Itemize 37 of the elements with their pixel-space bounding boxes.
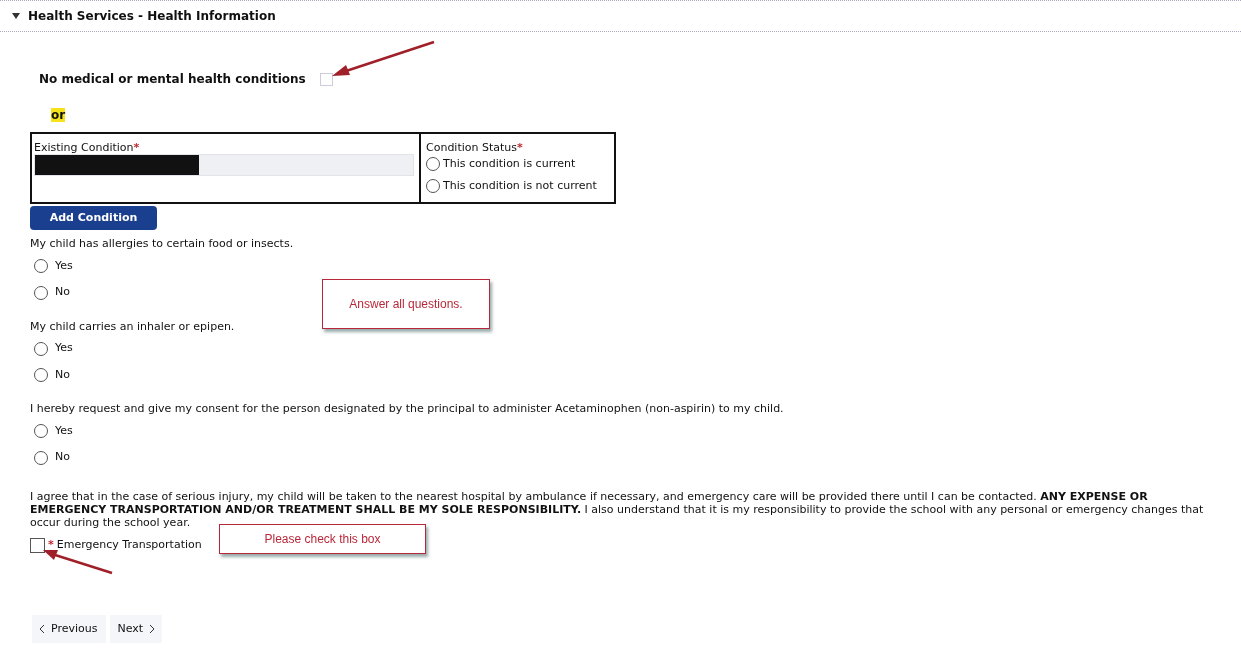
checkbox-label: Emergency Transportation: [56, 536, 202, 553]
radio-label: No: [55, 284, 70, 301]
callout-box: Please check this box: [219, 524, 426, 554]
radio-label: Yes: [55, 422, 73, 439]
question-text: I hereby request and give my consent for the person designated by the principal to administer Acetaminophen (non-aspirin) to my child.: [30, 401, 785, 418]
question-text: My child carries an inhaler or epipen.: [30, 318, 236, 335]
or-label: or: [51, 108, 66, 122]
radio-button[interactable]: [34, 341, 48, 356]
radio-button[interactable]: [34, 424, 48, 438]
condition-field[interactable]: [34, 154, 414, 176]
required-mark: *: [48, 536, 54, 553]
previous-button[interactable]: Previous: [32, 615, 106, 644]
field-label: Condition Status*: [426, 142, 524, 154]
chevron-right-icon: [149, 625, 155, 634]
field-label: Existing Condition*: [34, 142, 141, 154]
radio-button[interactable]: [34, 368, 48, 382]
radio-label: Yes: [55, 340, 73, 357]
checkbox-label: No medical or mental health conditions: [39, 71, 306, 88]
radio-label: No: [55, 366, 70, 383]
chevron-left-icon: [40, 625, 45, 634]
radio-button[interactable]: [426, 178, 440, 193]
radio-button[interactable]: [34, 285, 48, 300]
radio-button[interactable]: [34, 259, 48, 273]
checkbox[interactable]: [30, 537, 45, 553]
add-condition-button[interactable]: Add Condition: [30, 206, 157, 231]
radio-label: This condition is current: [443, 156, 576, 172]
radio-button[interactable]: [426, 157, 440, 172]
callout-box: Answer all questions.: [322, 279, 490, 329]
radio-label: This condition is not current: [443, 177, 597, 194]
radio-button[interactable]: [34, 450, 48, 465]
radio-label: Yes: [55, 257, 73, 274]
radio-label: No: [55, 449, 70, 466]
section-header[interactable]: Health Services - Health Information: [0, 0, 1241, 32]
section-title: Health Services - Health Information: [28, 8, 276, 25]
question-text: My child has allergies to certain food or insects.: [30, 236, 295, 253]
next-button[interactable]: Next: [109, 615, 163, 644]
arrow-drawing: [42, 549, 114, 575]
